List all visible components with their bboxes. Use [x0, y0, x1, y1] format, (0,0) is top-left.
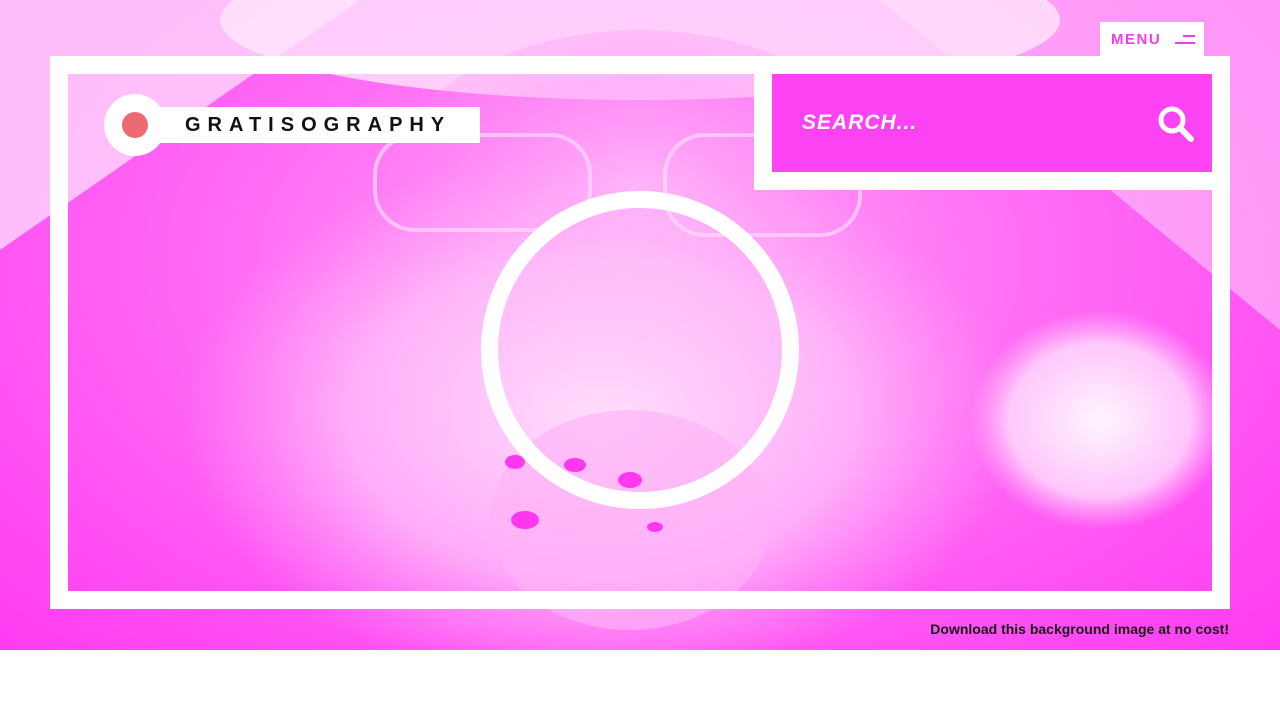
hamburger-icon	[1175, 32, 1196, 46]
logo-dot-icon	[122, 112, 148, 138]
search-icon[interactable]	[1156, 104, 1196, 144]
search-input[interactable]	[800, 104, 1144, 142]
search-panel	[772, 74, 1212, 172]
site-logo[interactable]: GRATISOGRAPHY	[104, 94, 482, 156]
focus-circle	[481, 191, 799, 509]
search-box	[754, 56, 1230, 190]
logo-badge	[104, 94, 166, 156]
logo-text: GRATISOGRAPHY	[185, 114, 452, 136]
menu-button[interactable]: MENU	[1100, 22, 1204, 56]
menu-label: MENU	[1111, 30, 1162, 48]
download-background-link[interactable]: Download this background image at no cos…	[930, 621, 1229, 637]
